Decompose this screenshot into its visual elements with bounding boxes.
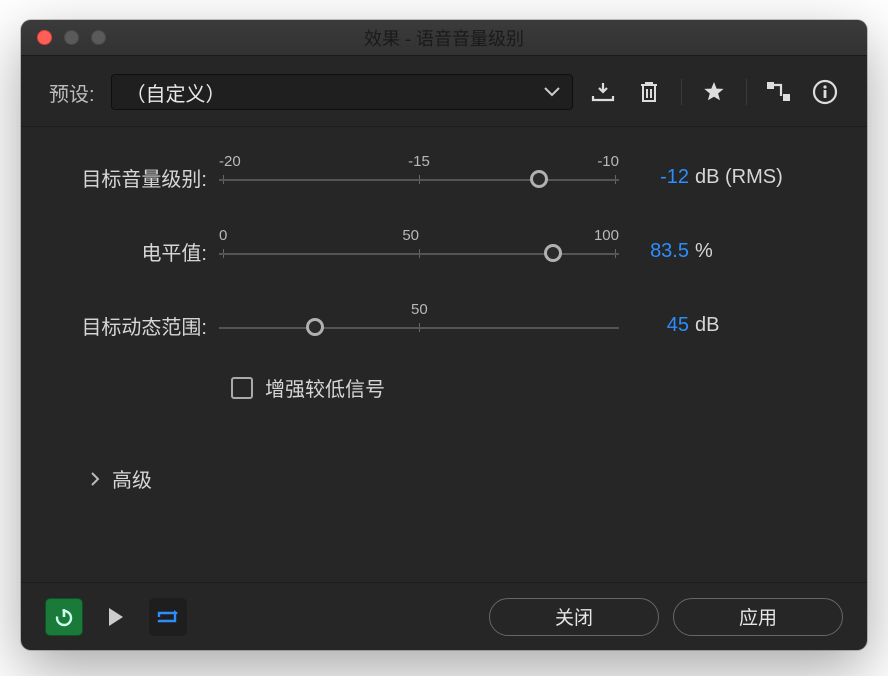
titlebar: 效果 - 语音音量级别 xyxy=(21,20,867,56)
leveling-unit: % xyxy=(689,240,713,263)
slider-track xyxy=(219,327,619,329)
boost-low-signals-checkbox[interactable] xyxy=(231,377,253,399)
delete-preset-icon[interactable] xyxy=(635,78,663,106)
preset-label: 预设: xyxy=(49,78,95,107)
window-minimize-button[interactable] xyxy=(64,30,79,45)
preset-value: （自定义） xyxy=(126,78,226,107)
separator xyxy=(746,79,747,105)
slider-thumb[interactable] xyxy=(306,318,324,336)
chevron-down-icon xyxy=(544,87,560,97)
slider-thumb[interactable] xyxy=(530,170,548,188)
leveling-value[interactable]: 83.5 xyxy=(619,240,689,263)
dynamic-range-row: 目标动态范围: 50 45 dB xyxy=(49,305,839,345)
preview-play-button[interactable] xyxy=(97,598,135,636)
target-volume-row: 目标音量级别: -20 -15 -10 -12 dB (RMS) xyxy=(49,157,839,197)
loop-button[interactable] xyxy=(149,598,187,636)
slider-track xyxy=(219,179,619,181)
target-volume-slider[interactable]: -20 -15 -10 xyxy=(219,157,619,197)
chevron-right-icon xyxy=(91,472,100,486)
traffic-lights xyxy=(21,30,106,45)
window-title: 效果 - 语音音量级别 xyxy=(21,25,867,51)
boost-low-signals-row[interactable]: 增强较低信号 xyxy=(231,373,839,402)
close-button[interactable]: 关闭 xyxy=(489,598,659,636)
window-maximize-button[interactable] xyxy=(91,30,106,45)
power-toggle-button[interactable] xyxy=(45,598,83,636)
dynamic-range-label: 目标动态范围: xyxy=(49,311,219,340)
advanced-disclosure[interactable]: 高级 xyxy=(49,432,839,493)
target-volume-value[interactable]: -12 xyxy=(619,166,689,189)
slider-ticks: 0 50 100 xyxy=(219,227,619,244)
info-icon[interactable] xyxy=(811,78,839,106)
favorite-icon[interactable] xyxy=(700,78,728,106)
slider-ticks: 50 xyxy=(219,301,619,318)
save-preset-icon[interactable] xyxy=(589,78,617,106)
preset-row: 预设: （自定义） xyxy=(21,56,867,127)
preset-select[interactable]: （自定义） xyxy=(111,74,573,110)
dynamic-range-slider[interactable]: 50 xyxy=(219,305,619,345)
dynamic-range-value[interactable]: 45 xyxy=(619,314,689,337)
effect-dialog: 效果 - 语音音量级别 预设: （自定义） xyxy=(21,20,867,650)
leveling-row: 电平值: 0 50 100 83.5 % xyxy=(49,231,839,271)
slider-thumb[interactable] xyxy=(544,244,562,262)
target-volume-label: 目标音量级别: xyxy=(49,163,219,192)
target-volume-unit: dB (RMS) xyxy=(689,166,783,189)
leveling-slider[interactable]: 0 50 100 xyxy=(219,231,619,271)
leveling-label: 电平值: xyxy=(49,237,219,266)
slider-ticks: -20 -15 -10 xyxy=(219,153,619,170)
separator xyxy=(681,79,682,105)
preset-toolbar xyxy=(589,78,839,106)
window-close-button[interactable] xyxy=(37,30,52,45)
apply-button[interactable]: 应用 xyxy=(673,598,843,636)
boost-low-signals-label: 增强较低信号 xyxy=(265,373,385,402)
effect-body: 目标音量级别: -20 -15 -10 -12 dB (RMS) 电平值: xyxy=(21,127,867,582)
routing-icon[interactable] xyxy=(765,78,793,106)
advanced-label: 高级 xyxy=(112,464,152,493)
footer: 关闭 应用 xyxy=(21,582,867,650)
dynamic-range-unit: dB xyxy=(689,314,719,337)
